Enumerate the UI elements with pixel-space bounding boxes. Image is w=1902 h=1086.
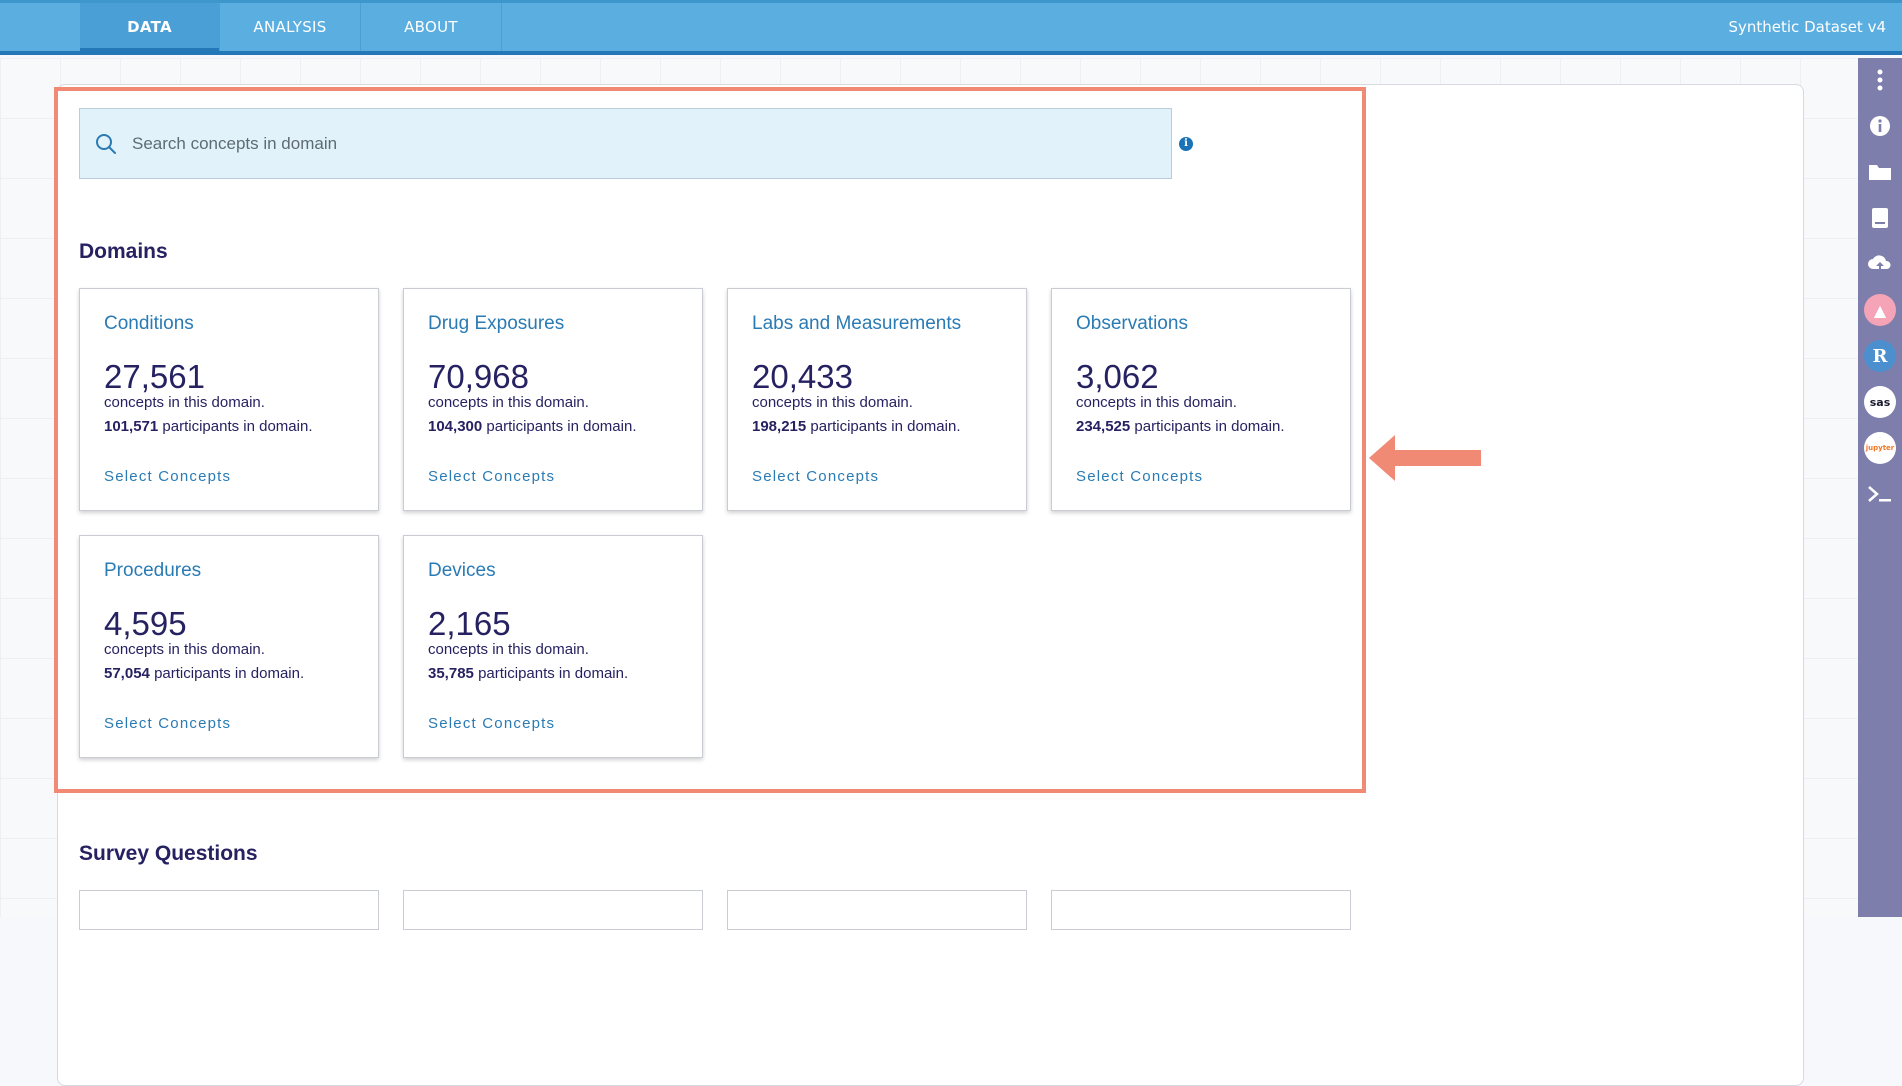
participant-count-label: participants in domain.: [154, 665, 305, 682]
select-concepts-button[interactable]: Select Concepts: [104, 715, 231, 732]
domain-card-title[interactable]: Observations: [1076, 313, 1188, 335]
concept-count-label: concepts in this domain.: [428, 641, 589, 658]
sas-icon[interactable]: sas: [1858, 382, 1902, 422]
select-concepts-button[interactable]: Select Concepts: [104, 468, 231, 485]
more-vertical-icon[interactable]: [1858, 60, 1902, 100]
jupyter-label: jupyter: [1864, 432, 1896, 464]
concept-count: 3,062: [1076, 358, 1159, 395]
concept-count-label: concepts in this domain.: [1076, 394, 1237, 411]
rstudio-icon[interactable]: R: [1858, 336, 1902, 376]
tab-data[interactable]: DATA: [80, 3, 220, 51]
domain-card-title[interactable]: Drug Exposures: [428, 313, 564, 335]
select-concepts-button[interactable]: Select Concepts: [428, 468, 555, 485]
concept-count: 4,595: [104, 605, 187, 642]
top-nav-bar: DATA ANALYSIS ABOUT Synthetic Dataset v4: [0, 0, 1902, 55]
concept-count: 20,433: [752, 358, 853, 395]
survey-questions-heading: Survey Questions: [79, 842, 258, 865]
pointer-arrow-icon: [1369, 435, 1481, 481]
concept-count-label: concepts in this domain.: [104, 641, 265, 658]
cromwell-icon[interactable]: ▲: [1858, 290, 1902, 330]
survey-card: [403, 890, 703, 930]
survey-card: [1051, 890, 1351, 930]
participant-count-value: 57,054: [104, 665, 150, 682]
domain-card-procedures: Procedures 4,595 concepts in this domain…: [79, 535, 379, 758]
domains-heading: Domains: [79, 240, 168, 263]
survey-card: [727, 890, 1027, 930]
domain-card-title[interactable]: Labs and Measurements: [752, 313, 961, 335]
terminal-icon[interactable]: [1858, 474, 1902, 514]
concept-count: 70,968: [428, 358, 529, 395]
participant-count-value: 104,300: [428, 418, 483, 435]
domain-card-title[interactable]: Devices: [428, 560, 496, 582]
right-sidebar: ▲ R sas jupyter: [1858, 58, 1902, 917]
domain-card-observations: Observations 3,062 concepts in this doma…: [1051, 288, 1351, 511]
jupyter-icon[interactable]: jupyter: [1858, 428, 1902, 468]
folder-icon[interactable]: [1858, 152, 1902, 192]
domain-card-devices: Devices 2,165 concepts in this domain. 3…: [403, 535, 703, 758]
domain-card-drug-exposures: Drug Exposures 70,968 concepts in this d…: [403, 288, 703, 511]
participant-count-label: participants in domain.: [810, 418, 961, 435]
concept-count: 27,561: [104, 358, 205, 395]
participant-count-value: 198,215: [752, 418, 807, 435]
search-input[interactable]: [130, 132, 1114, 155]
select-concepts-button[interactable]: Select Concepts: [1076, 468, 1203, 485]
participant-count-value: 234,525: [1076, 418, 1131, 435]
participant-count: 104,300 participants in domain.: [428, 418, 637, 435]
domain-card-title[interactable]: Conditions: [104, 313, 194, 335]
concept-count-label: concepts in this domain.: [752, 394, 913, 411]
concept-count-label: concepts in this domain.: [428, 394, 589, 411]
search-icon: [96, 133, 116, 154]
info-icon[interactable]: i: [1179, 137, 1193, 151]
participant-count: 234,525 participants in domain.: [1076, 418, 1285, 435]
sas-label: sas: [1864, 386, 1896, 418]
participant-count: 35,785 participants in domain.: [428, 665, 628, 682]
tab-analysis[interactable]: ANALYSIS: [220, 3, 361, 51]
participant-count: 57,054 participants in domain.: [104, 665, 304, 682]
search-bar[interactable]: [79, 108, 1172, 179]
participant-count-value: 101,571: [104, 418, 159, 435]
concept-count: 2,165: [428, 605, 511, 642]
participant-count-label: participants in domain.: [486, 418, 637, 435]
participant-count: 101,571 participants in domain.: [104, 418, 313, 435]
info-icon[interactable]: [1858, 106, 1902, 146]
tab-about[interactable]: ABOUT: [361, 3, 502, 51]
participant-count: 198,215 participants in domain.: [752, 418, 961, 435]
rstudio-label: R: [1864, 340, 1896, 372]
participant-count-value: 35,785: [428, 665, 474, 682]
cloud-upload-icon[interactable]: [1858, 244, 1902, 284]
concept-count-label: concepts in this domain.: [104, 394, 265, 411]
dataset-name[interactable]: Synthetic Dataset v4: [1728, 3, 1886, 51]
participant-count-label: participants in domain.: [478, 665, 629, 682]
participant-count-label: participants in domain.: [162, 418, 313, 435]
survey-card: [79, 890, 379, 930]
select-concepts-button[interactable]: Select Concepts: [752, 468, 879, 485]
select-concepts-button[interactable]: Select Concepts: [428, 715, 555, 732]
domain-card-labs-and-measurements: Labs and Measurements 20,433 concepts in…: [727, 288, 1027, 511]
participant-count-label: participants in domain.: [1134, 418, 1285, 435]
domain-card-conditions: Conditions 27,561 concepts in this domai…: [79, 288, 379, 511]
domain-card-title[interactable]: Procedures: [104, 560, 201, 582]
book-icon[interactable]: [1858, 198, 1902, 238]
